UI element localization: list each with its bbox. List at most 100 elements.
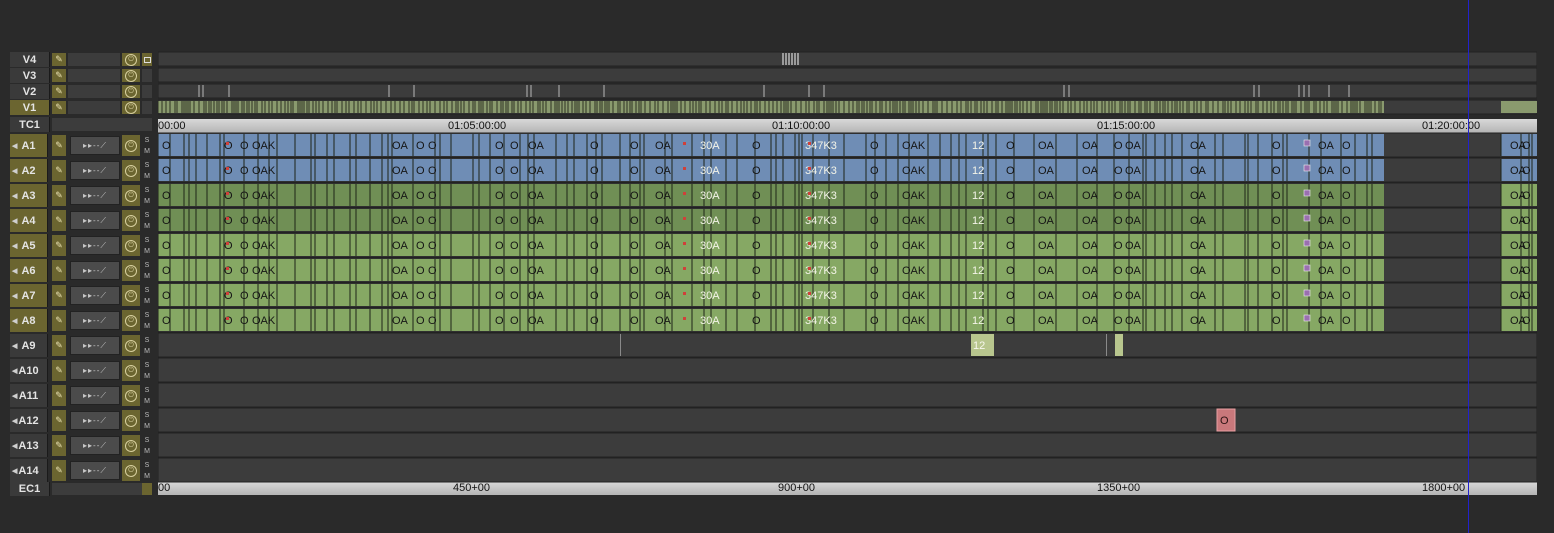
pencil-icon[interactable]: ✎	[52, 185, 66, 206]
v2-clip[interactable]	[808, 85, 810, 97]
track-selector-a10[interactable]: ◀ A10	[10, 359, 48, 382]
track-selector-a4[interactable]: ◀ A4	[10, 209, 48, 232]
mute-button[interactable]: M	[143, 246, 151, 258]
pencil-icon[interactable]: ✎	[52, 235, 66, 256]
speaker-icon[interactable]: ◀	[12, 167, 17, 175]
v2-clip[interactable]	[603, 85, 605, 97]
speaker-icon[interactable]: ◀	[12, 217, 17, 225]
pencil-icon[interactable]: ✎	[52, 460, 66, 481]
speaker-icon[interactable]: ◀	[12, 267, 17, 275]
waveform-icon[interactable]: ▸▸‑‑⟋	[70, 411, 120, 430]
v2-clip[interactable]	[530, 85, 532, 97]
video-track-bg[interactable]	[158, 83, 1537, 99]
mute-button[interactable]: M	[143, 371, 151, 383]
pencil-icon[interactable]: ✎	[52, 335, 66, 356]
pencil-icon[interactable]: ✎	[52, 69, 66, 82]
pencil-icon[interactable]: ✎	[52, 410, 66, 431]
pencil-icon[interactable]: ✎	[52, 285, 66, 306]
v2-clip[interactable]	[413, 85, 415, 97]
speaker-icon[interactable]: ◀	[12, 317, 17, 325]
speaker-icon[interactable]: ◀	[12, 192, 17, 200]
a9-clip[interactable]	[620, 334, 621, 356]
power-icon[interactable]: ⏻	[122, 385, 140, 406]
power-icon[interactable]: ⏻	[122, 410, 140, 431]
power-icon[interactable]: ⏻	[122, 185, 140, 206]
mute-button[interactable]: M	[143, 221, 151, 233]
speaker-icon[interactable]: ◀	[12, 242, 17, 250]
audio-track-bg[interactable]	[158, 407, 1537, 433]
track-selector-a5[interactable]: ◀ A5	[10, 234, 48, 257]
v4-clip[interactable]	[791, 53, 793, 65]
v2-clip[interactable]	[1348, 85, 1350, 97]
v2-clip[interactable]	[198, 85, 200, 97]
waveform-icon[interactable]: ▸▸‑‑⟋	[70, 386, 120, 405]
v4-clip[interactable]	[797, 53, 799, 65]
audio-track-bg[interactable]	[158, 357, 1537, 383]
v2-clip[interactable]	[1303, 85, 1305, 97]
pencil-icon[interactable]: ✎	[52, 135, 66, 156]
speaker-icon[interactable]: ◀	[12, 417, 17, 425]
power-icon[interactable]: ⏻	[122, 210, 140, 231]
v2-clip[interactable]	[1328, 85, 1330, 97]
power-icon[interactable]: ⏻	[122, 135, 140, 156]
v2-clip[interactable]	[388, 85, 390, 97]
mute-button[interactable]: M	[143, 296, 151, 308]
v1-clip-block[interactable]	[1501, 101, 1537, 113]
v2-clip[interactable]	[823, 85, 825, 97]
audio-track-bg[interactable]	[158, 332, 1537, 358]
track-selector-a2[interactable]: ◀ A2	[10, 159, 48, 182]
power-icon[interactable]: ⏻	[122, 285, 140, 306]
pencil-icon[interactable]: ✎	[52, 160, 66, 181]
power-icon[interactable]: ⏻	[122, 69, 140, 82]
v2-clip[interactable]	[558, 85, 560, 97]
pencil-icon[interactable]: ✎	[52, 210, 66, 231]
monitor-icon[interactable]	[142, 53, 152, 66]
speaker-icon[interactable]: ◀	[12, 292, 17, 300]
mute-button[interactable]: M	[143, 196, 151, 208]
waveform-icon[interactable]: ▸▸‑‑⟋	[70, 211, 120, 230]
power-icon[interactable]: ⏻	[122, 460, 140, 481]
a9-clip[interactable]	[1106, 334, 1107, 356]
pencil-icon[interactable]: ✎	[52, 260, 66, 281]
waveform-icon[interactable]: ▸▸‑‑⟋	[70, 336, 120, 355]
waveform-icon[interactable]: ▸▸‑‑⟋	[70, 311, 120, 330]
waveform-icon[interactable]: ▸▸‑‑⟋	[70, 361, 120, 380]
waveform-icon[interactable]: ▸▸‑‑⟋	[70, 186, 120, 205]
track-selector-a8[interactable]: ◀ A8	[10, 309, 48, 332]
pencil-icon[interactable]: ✎	[52, 385, 66, 406]
mute-button[interactable]: M	[143, 321, 151, 333]
v2-clip[interactable]	[1063, 85, 1065, 97]
mute-button[interactable]: M	[143, 421, 151, 433]
mute-button[interactable]: M	[143, 396, 151, 408]
position-indicator[interactable]	[1468, 0, 1469, 533]
video-track-bg[interactable]	[158, 51, 1537, 67]
speaker-icon[interactable]: ◀	[12, 467, 17, 475]
track-selector-a14[interactable]: ◀ A14	[10, 459, 48, 482]
mute-button[interactable]: M	[143, 346, 151, 358]
track-selector-a3[interactable]: ◀ A3	[10, 184, 48, 207]
pencil-icon[interactable]: ✎	[52, 360, 66, 381]
pencil-icon[interactable]: ✎	[52, 310, 66, 331]
track-selector-v2[interactable]: V2	[10, 84, 50, 99]
mute-button[interactable]: M	[143, 171, 151, 183]
a9-clip[interactable]	[1115, 334, 1123, 356]
speaker-icon[interactable]: ◀	[12, 367, 17, 375]
power-icon[interactable]: ⏻	[122, 101, 140, 114]
track-selector-ec1[interactable]: EC1	[10, 482, 50, 496]
speaker-icon[interactable]: ◀	[12, 342, 17, 350]
v2-clip[interactable]	[1258, 85, 1260, 97]
track-selector-a9[interactable]: ◀ A9	[10, 334, 48, 357]
pencil-icon[interactable]: ✎	[52, 101, 66, 114]
track-selector-a11[interactable]: ◀ A11	[10, 384, 48, 407]
track-selector-a12[interactable]: ◀ A12	[10, 409, 48, 432]
waveform-icon[interactable]: ▸▸‑‑⟋	[70, 261, 120, 280]
power-icon[interactable]: ⏻	[122, 360, 140, 381]
v2-clip[interactable]	[1308, 85, 1310, 97]
mute-button[interactable]: M	[143, 146, 151, 158]
mute-button[interactable]: M	[143, 446, 151, 458]
power-icon[interactable]: ⏻	[122, 85, 140, 98]
speaker-icon[interactable]: ◀	[12, 392, 17, 400]
track-selector-v3[interactable]: V3	[10, 68, 50, 83]
mute-button[interactable]: M	[143, 271, 151, 283]
power-icon[interactable]: ⏻	[122, 335, 140, 356]
